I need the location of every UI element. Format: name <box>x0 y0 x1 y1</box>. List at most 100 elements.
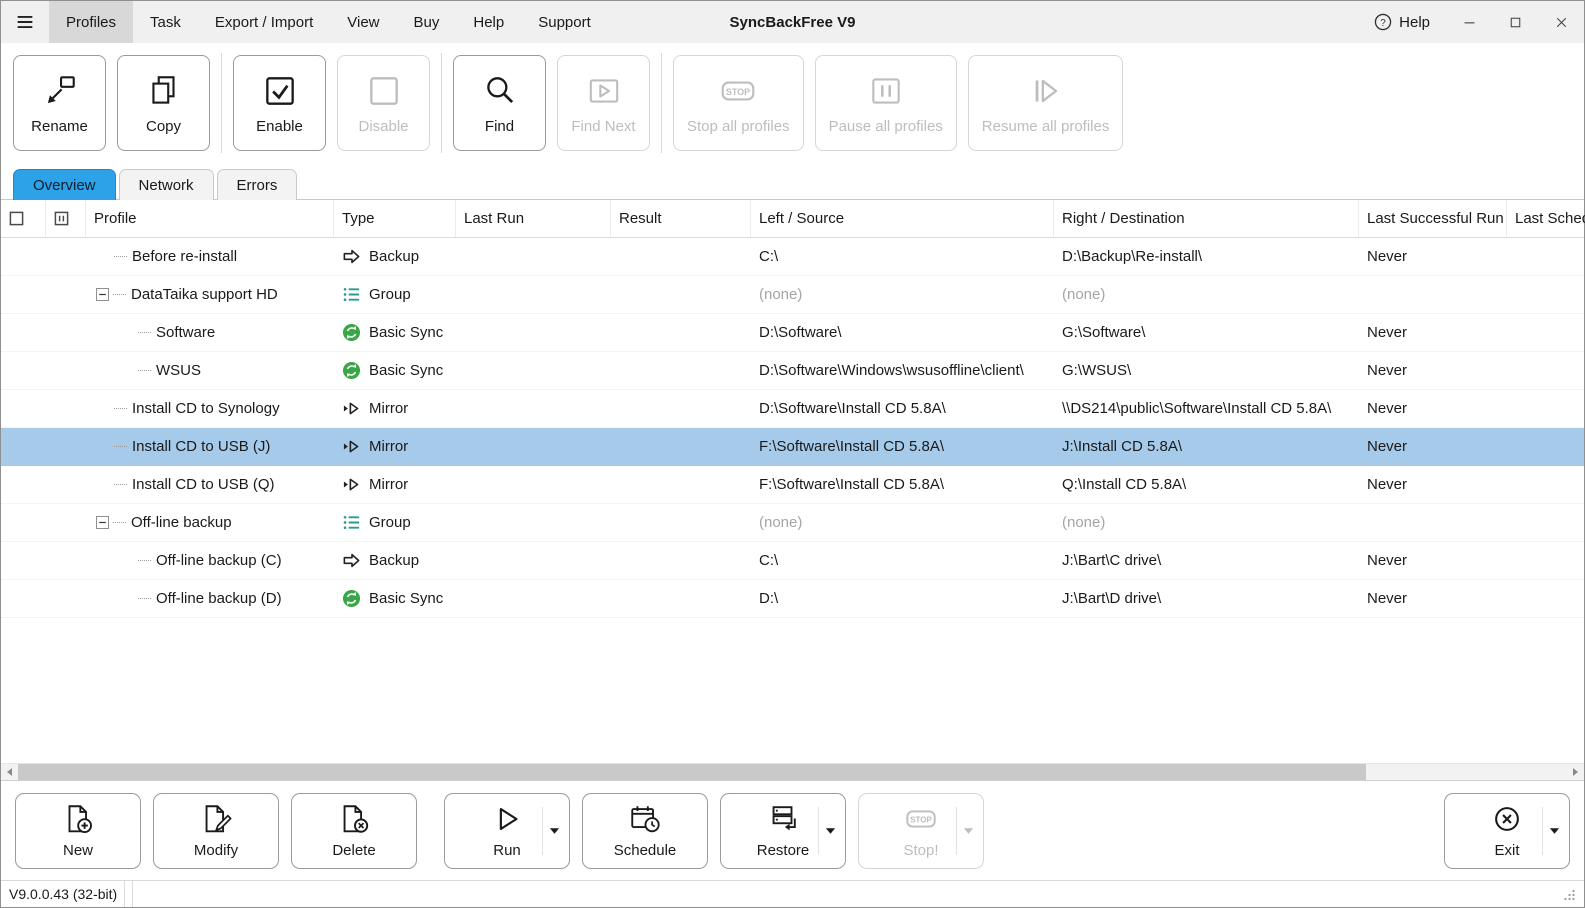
cell-value: F:\Software\Install CD 5.8A\ <box>759 476 945 493</box>
scrollbar-thumb[interactable] <box>18 764 1366 780</box>
stop-button: STOP Stop! <box>858 792 984 869</box>
tab-network[interactable]: Network <box>118 169 214 200</box>
schedule-button[interactable]: Schedule <box>582 792 708 869</box>
enable-button[interactable]: Enable <box>233 55 326 151</box>
menu-item-buy[interactable]: Buy <box>397 1 457 43</box>
table-row[interactable]: Off-line backup (C) Backup C:\ J:\Bart\C dr… <box>1 542 1584 580</box>
table-row[interactable]: Software Basic Sync D:\Software\ G:\Softwar… <box>1 314 1584 352</box>
menu-item-profiles[interactable]: Profiles <box>49 1 134 43</box>
column-header-right-destination[interactable]: Right / Destination <box>1054 200 1359 237</box>
menu-item-support[interactable]: Support <box>521 1 608 43</box>
button-label: Stop! <box>903 842 939 859</box>
row-checkbox-cell <box>1 428 46 465</box>
modify-button[interactable]: Modify <box>153 792 279 869</box>
run-button[interactable]: Run <box>444 792 570 869</box>
profile-name: WSUS <box>156 362 201 379</box>
row-pause-cell <box>46 428 86 465</box>
cell-value: Q:\Install CD 5.8A\ <box>1062 476 1187 493</box>
status-bar: V9.0.0.43 (32-bit) <box>1 880 1584 907</box>
cell-value: G:\WSUS\ <box>1062 362 1132 379</box>
table-row[interactable]: Install CD to USB (J) Mirror F:\Software\I… <box>1 428 1584 466</box>
button-label: Resume all profiles <box>981 117 1110 135</box>
result-cell <box>611 542 751 579</box>
version-label: V9.0.0.43 (32-bit) <box>9 886 118 902</box>
column-header-last-sched[interactable]: Last Sched <box>1507 200 1585 237</box>
button-label: Delete <box>332 842 376 859</box>
minimize-button[interactable] <box>1446 1 1492 43</box>
maximize-icon <box>1507 14 1524 31</box>
help-button[interactable]: ? Help <box>1358 1 1446 43</box>
menu-item-view[interactable]: View <box>330 1 396 43</box>
column-header-type[interactable]: Type <box>334 200 456 237</box>
rename-button[interactable]: Rename <box>13 55 106 151</box>
scroll-left-arrow[interactable] <box>1 764 18 780</box>
tab-overview[interactable]: Overview <box>13 169 116 200</box>
last-run-cell <box>456 238 611 275</box>
close-icon <box>1553 14 1570 31</box>
chevron-down-icon[interactable] <box>549 827 560 835</box>
table-row[interactable]: Before re-install Backup C:\ D:\Backup\Re-i… <box>1 238 1584 276</box>
result-cell <box>611 276 751 313</box>
source-cell: D:\ <box>751 580 1054 617</box>
delete-button[interactable]: Delete <box>291 792 417 869</box>
type-cell: Backup <box>334 542 456 579</box>
last-run-cell <box>456 352 611 389</box>
scrollbar-track[interactable] <box>1366 764 1567 780</box>
last-run-cell <box>456 276 611 313</box>
group-icon <box>342 285 361 304</box>
type-cell: Basic Sync <box>334 314 456 351</box>
row-checkbox-cell <box>1 238 46 275</box>
column-header-last-successful-run[interactable]: Last Successful Run <box>1359 200 1507 237</box>
menu-item-help[interactable]: Help <box>456 1 521 43</box>
table-row[interactable]: Install CD to Synology Mirror D:\Software\… <box>1 390 1584 428</box>
type-label: Basic Sync <box>369 362 444 379</box>
destination-cell: (none) <box>1054 276 1359 313</box>
header-checkbox-cell[interactable] <box>1 200 46 237</box>
last-run-cell <box>456 504 611 541</box>
table-row[interactable]: Off-line backup (D) Basic Sync D:\ J:\Bart\… <box>1 580 1584 618</box>
type-cell: Mirror <box>334 466 456 503</box>
maximize-button[interactable] <box>1492 1 1538 43</box>
chevron-down-icon[interactable] <box>963 827 974 835</box>
menu-item-export-import[interactable]: Export / Import <box>198 1 330 43</box>
chevron-down-icon[interactable] <box>825 827 836 835</box>
type-cell: Basic Sync <box>334 352 456 389</box>
destination-cell: D:\Backup\Re-install\ <box>1054 238 1359 275</box>
cell-value: \\DS214\public\Software\Install CD 5.8A\ <box>1062 400 1332 417</box>
chevron-down-icon[interactable] <box>1549 827 1560 835</box>
column-header-result[interactable]: Result <box>611 200 751 237</box>
scroll-right-arrow[interactable] <box>1567 764 1584 780</box>
profile-cell: Install CD to USB (J) <box>86 428 334 465</box>
header-pause-cell[interactable] <box>46 200 86 237</box>
copy-button[interactable]: Copy <box>117 55 210 151</box>
source-cell: F:\Software\Install CD 5.8A\ <box>751 428 1054 465</box>
destination-cell: \\DS214\public\Software\Install CD 5.8A\ <box>1054 390 1359 427</box>
bottom-toolbar-group-2: Run Schedule Restore STOP Stop! <box>444 792 984 869</box>
column-header-last-run[interactable]: Last Run <box>456 200 611 237</box>
exit-button[interactable]: Exit <box>1444 792 1570 869</box>
table-row[interactable]: WSUS Basic Sync D:\Software\Windows\wsusof… <box>1 352 1584 390</box>
horizontal-scrollbar[interactable] <box>1 763 1584 780</box>
button-label: Disable <box>358 117 409 135</box>
new-button[interactable]: New <box>15 792 141 869</box>
pause-column-icon <box>54 211 69 226</box>
resize-grip[interactable] <box>1563 888 1576 901</box>
table-row[interactable]: DataTaika support HD Group (none) (none) <box>1 276 1584 314</box>
hamburger-menu-button[interactable] <box>1 1 49 43</box>
table-row[interactable]: Off-line backup Group (none) (none) <box>1 504 1584 542</box>
stopsign-icon: STOP <box>719 72 757 110</box>
tab-errors[interactable]: Errors <box>216 169 298 200</box>
mirror-icon <box>342 475 361 494</box>
bottom-toolbar-group-3: Exit <box>1444 792 1570 869</box>
column-header-left-source[interactable]: Left / Source <box>751 200 1054 237</box>
close-button[interactable] <box>1538 1 1584 43</box>
menu-item-task[interactable]: Task <box>133 1 198 43</box>
tree-line <box>138 598 151 599</box>
column-header-profile[interactable]: Profile <box>86 200 334 237</box>
schedule-icon <box>628 802 662 836</box>
restore-button[interactable]: Restore <box>720 792 846 869</box>
table-row[interactable]: Install CD to USB (Q) Mirror F:\Software\I… <box>1 466 1584 504</box>
type-label: Backup <box>369 552 420 569</box>
cell-value: Never <box>1367 590 1408 607</box>
find-button[interactable]: Find <box>453 55 546 151</box>
